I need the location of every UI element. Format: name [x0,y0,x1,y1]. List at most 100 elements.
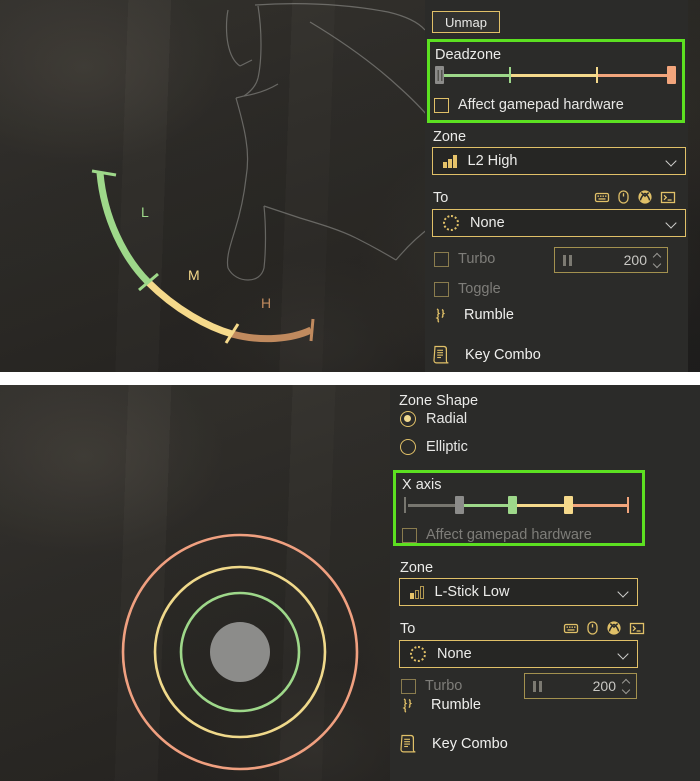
xbox-icon[interactable] [637,189,653,205]
toggle-row-top[interactable]: Toggle [434,282,501,297]
turbo-rate-icon [563,254,572,266]
arc-tick-start [91,169,117,177]
deadzone-affect-hardware-checkbox[interactable] [434,98,449,113]
app-screen: L M H Unmap Deadzone Affect gamepad hard… [0,0,700,781]
x-axis-title: X axis [402,477,442,493]
xbox-icon[interactable] [606,620,622,636]
arc-label-mid: M [188,267,200,283]
console-icon[interactable] [660,189,676,205]
deadzone-affect-hardware-label: Affect gamepad hardware [458,97,624,114]
unmap-button[interactable]: Unmap [432,11,500,33]
turbo-decrement-bottom[interactable] [622,687,631,693]
arc-segment-mid [145,279,233,338]
to-label-bottom: To [400,621,416,637]
rumble-row-top[interactable]: Rumble [432,306,514,324]
x-axis-deadzone-handle[interactable] [455,496,464,514]
zone-deadzone-disc [210,622,270,682]
zone-dropdown-top[interactable]: L2 High [432,147,686,175]
deadzone-slider-handle[interactable] [435,66,444,84]
turbo-value-stepper-bottom[interactable]: 200 [524,673,637,699]
zone-shape-title: Zone Shape [399,393,479,409]
rumble-waves-icon [435,308,446,323]
trigger-arc-visualization: L M H [91,169,315,344]
x-axis-stop-mid[interactable] [564,496,573,514]
key-combo-label-top: Key Combo [465,346,541,363]
rumble-row-bottom[interactable]: Rumble [399,696,481,714]
bar-chart-low-icon [410,585,424,599]
turbo-row-bottom[interactable]: Turbo [401,679,462,694]
radio-elliptic[interactable] [400,439,416,455]
zone-shape-elliptic-label: Elliptic [426,438,468,455]
rumble-label-bottom: Rumble [431,697,481,713]
bar-chart-high-icon [443,154,457,168]
deadzone-stop-1[interactable] [509,67,511,83]
x-axis-max-cap [627,497,629,513]
turbo-label-top: Turbo [458,251,496,268]
turbo-label-bottom: Turbo [425,678,463,695]
keyboard-icon[interactable] [563,620,579,636]
chevron-down-icon [618,587,629,598]
to-dropdown-value-bottom: None [437,646,472,662]
turbo-value-stepper-top[interactable]: 200 [554,247,668,273]
arc-segment-high [231,326,313,343]
x-axis-affect-hardware-label: Affect gamepad hardware [426,527,592,544]
arc-tick-end [309,318,315,342]
console-icon[interactable] [629,620,645,636]
to-label-top: To [433,190,449,206]
scroll-icon [433,345,449,364]
chevron-down-icon [618,649,629,660]
zone-dropdown-value-bottom: L-Stick Low [434,584,510,600]
turbo-rate-icon [533,680,542,692]
x-axis-affect-hardware-row[interactable]: Affect gamepad hardware [402,528,592,543]
radio-radial[interactable] [400,411,416,427]
to-source-icons-bottom [563,620,645,636]
key-combo-row-top[interactable]: Key Combo [432,344,541,365]
stick-config-panel: Zone Shape Radial Elliptic X axis Affect… [0,385,700,781]
turbo-decrement-top[interactable] [653,261,662,267]
key-combo-row-bottom[interactable]: Key Combo [399,733,508,754]
turbo-checkbox-bottom[interactable] [401,679,416,694]
toggle-label-top: Toggle [458,281,501,298]
deadzone-stop-2[interactable] [596,67,598,83]
zone-shape-radial-label: Radial [426,410,468,427]
zone-dropdown-value-top: L2 High [467,153,518,169]
turbo-increment-bottom[interactable] [622,679,631,685]
dotted-circle-icon [443,215,459,231]
zone-dropdown-bottom[interactable]: L-Stick Low [399,578,638,606]
turbo-row-top[interactable]: Turbo [434,252,495,267]
turbo-increment-top[interactable] [653,253,662,259]
arc-segment-low [96,172,151,285]
to-dropdown-top[interactable]: None [432,209,686,237]
turbo-checkbox-top[interactable] [434,252,449,267]
zone-shape-option-radial[interactable]: Radial [400,411,467,427]
trigger-config-panel: L M H Unmap Deadzone Affect gamepad hard… [0,0,700,372]
x-axis-slider[interactable] [402,495,636,515]
chevron-down-icon [666,218,677,229]
dotted-circle-icon [410,646,426,662]
deadzone-slider[interactable] [435,65,677,85]
deadzone-title: Deadzone [435,47,502,63]
toggle-checkbox-top[interactable] [434,282,449,297]
deadzone-affect-hardware-row[interactable]: Affect gamepad hardware [434,98,624,113]
rumble-label-top: Rumble [464,307,514,323]
scroll-icon [400,734,416,753]
to-source-icons-top [594,189,676,205]
zone-label-bottom: Zone [400,560,434,576]
key-combo-label-bottom: Key Combo [432,735,508,752]
rumble-waves-icon [402,698,413,713]
mouse-icon[interactable] [586,620,599,636]
turbo-value-bottom: 200 [592,678,616,694]
stick-radial-visualization [121,533,359,771]
to-dropdown-bottom[interactable]: None [399,640,638,668]
arc-label-high: H [261,295,271,311]
zone-shape-option-elliptic[interactable]: Elliptic [400,439,468,455]
turbo-value-top: 200 [623,252,647,268]
zone-label-top: Zone [433,129,467,145]
chevron-down-icon [666,156,677,167]
keyboard-icon[interactable] [594,189,610,205]
deadzone-stop-3[interactable] [667,66,676,84]
x-axis-stop-low[interactable] [508,496,517,514]
x-axis-affect-hardware-checkbox[interactable] [402,528,417,543]
mouse-icon[interactable] [617,189,630,205]
to-dropdown-value-top: None [470,215,505,231]
